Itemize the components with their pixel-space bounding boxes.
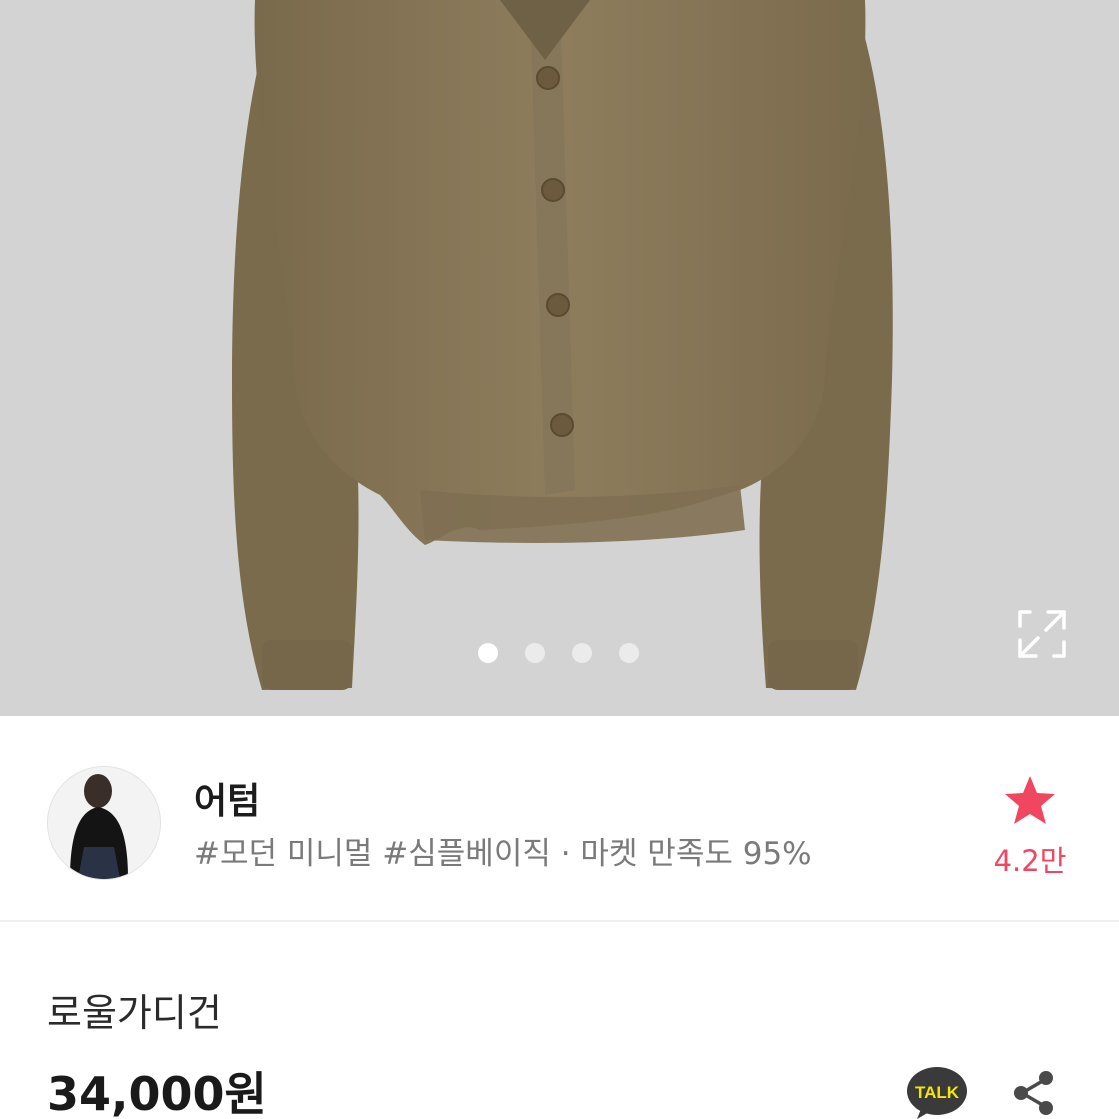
kakao-talk-icon: TALK: [907, 1067, 967, 1119]
talk-label: TALK: [915, 1083, 960, 1102]
expand-image-button[interactable]: [1016, 608, 1068, 660]
product-price: 34,000원: [47, 1067, 267, 1119]
seller-tags: #모던 미니멀 #심플베이직 · 마켓 만족도 95%: [194, 836, 812, 872]
expand-arrows-icon: [1018, 610, 1066, 658]
seller-avatar[interactable]: [47, 766, 161, 880]
carousel-dot-4[interactable]: [619, 643, 639, 663]
carousel-indicator: [478, 643, 639, 663]
product-detail-page: 어텀 #모던 미니멀 #심플베이직 · 마켓 만족도 95% 4.2만 로울가디…: [0, 0, 1119, 1119]
product-image-cardigan: [232, 0, 893, 690]
product-image-carousel[interactable]: [0, 0, 1119, 716]
carousel-dot-2[interactable]: [525, 643, 545, 663]
share-icon: [1014, 1071, 1053, 1115]
favorite-button[interactable]: 4.2만: [988, 774, 1072, 880]
product-name: 로울가디건: [47, 991, 222, 1035]
seller-name[interactable]: 어텀: [194, 772, 260, 824]
kakao-talk-button[interactable]: TALK: [905, 1065, 969, 1119]
favorite-count: 4.2만: [993, 844, 1067, 878]
star-icon: [1005, 776, 1055, 824]
carousel-dot-1[interactable]: [478, 643, 498, 663]
share-button[interactable]: [1008, 1067, 1060, 1119]
seller-avatar-image: [48, 767, 160, 879]
seller-info[interactable]: 어텀 #모던 미니멀 #심플베이직 · 마켓 만족도 95% 4.2만: [0, 716, 1119, 922]
carousel-dot-3[interactable]: [572, 643, 592, 663]
